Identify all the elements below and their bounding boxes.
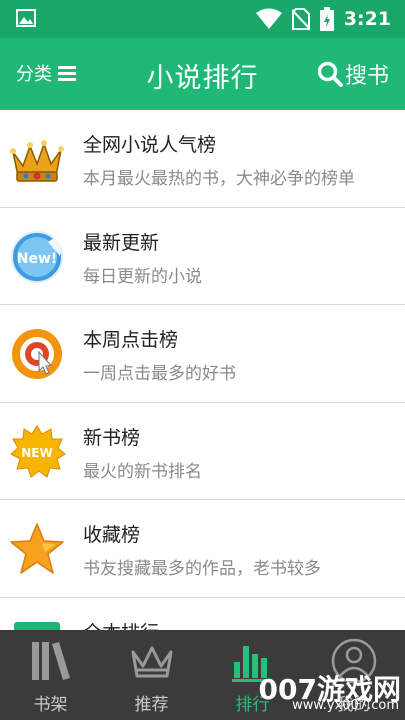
clock: 3:21 (343, 8, 391, 30)
ranking-subtitle: 一周点击最多的好书 (83, 364, 236, 384)
ranking-title: 全本排行 (83, 618, 159, 631)
ranking-item-weekly-clicks[interactable]: 本周点击榜 一周点击最多的好书 (0, 305, 405, 403)
no-sim-icon (291, 8, 310, 30)
ranking-subtitle: 书友搜藏最多的作品，老书较多 (83, 559, 321, 579)
search-icon (317, 61, 343, 87)
nav-label: 推荐 (134, 695, 169, 715)
ranking-item-popular[interactable]: 全网小说人气榜 本月最火最热的书，大神必争的榜单 (0, 110, 405, 208)
watermark-url: www.yx007.com (292, 698, 399, 713)
ranking-item-new-books[interactable]: NEW 新书榜 最火的新书排名 (0, 402, 405, 500)
ranking-item-favorites[interactable]: 收藏榜 书友搜藏最多的作品，老书较多 (0, 500, 405, 598)
search-label: 搜书 (344, 64, 389, 89)
ranking-subtitle: 本月最火最热的书，大神必争的榜单 (83, 169, 355, 189)
ranking-item-latest[interactable]: New! 最新更新 每日更新的小说 (0, 207, 405, 305)
ranking-list: 全网小说人气榜 本月最火最热的书，大神必争的榜单 New! 最新更新 每日更新的… (0, 110, 405, 630)
nav-label: 书架 (33, 695, 68, 715)
image-notification-icon (16, 9, 36, 27)
new-badge-icon: NEW (10, 424, 66, 478)
ranking-item-complete[interactable]: 全本排行 (0, 597, 405, 631)
status-bar: 3:21 (0, 0, 405, 38)
bookshelf-icon (32, 642, 70, 680)
crown-outline-icon (131, 646, 173, 678)
battery-icon (319, 7, 334, 31)
click-target-icon (12, 329, 62, 379)
new-sticker-icon: New! (11, 230, 63, 283)
nav-tab-bookshelf[interactable]: 书架 (0, 630, 101, 720)
ranking-title: 全网小说人气榜 (83, 134, 217, 156)
crown-icon (10, 140, 64, 182)
ranking-title: 新书榜 (83, 426, 141, 449)
ranking-subtitle: 最火的新书排名 (83, 461, 202, 482)
ranking-subtitle: 每日更新的小说 (83, 266, 202, 287)
ranking-title: 本周点击榜 (83, 329, 179, 351)
search-button[interactable]: 搜书 (317, 58, 389, 90)
nav-tab-recommend[interactable]: 推荐 (101, 630, 202, 720)
ranking-title: 最新更新 (83, 231, 160, 254)
ranking-title: 收藏榜 (83, 524, 141, 546)
status-indicators: 3:21 (255, 7, 391, 31)
new-sticker-text: New! (17, 251, 58, 267)
app-header: 分类 小说排行 搜书 (0, 38, 405, 110)
new-badge-text: NEW (21, 446, 52, 460)
wifi-icon (255, 8, 282, 29)
complete-book-icon (14, 621, 60, 630)
star-icon (10, 523, 64, 574)
